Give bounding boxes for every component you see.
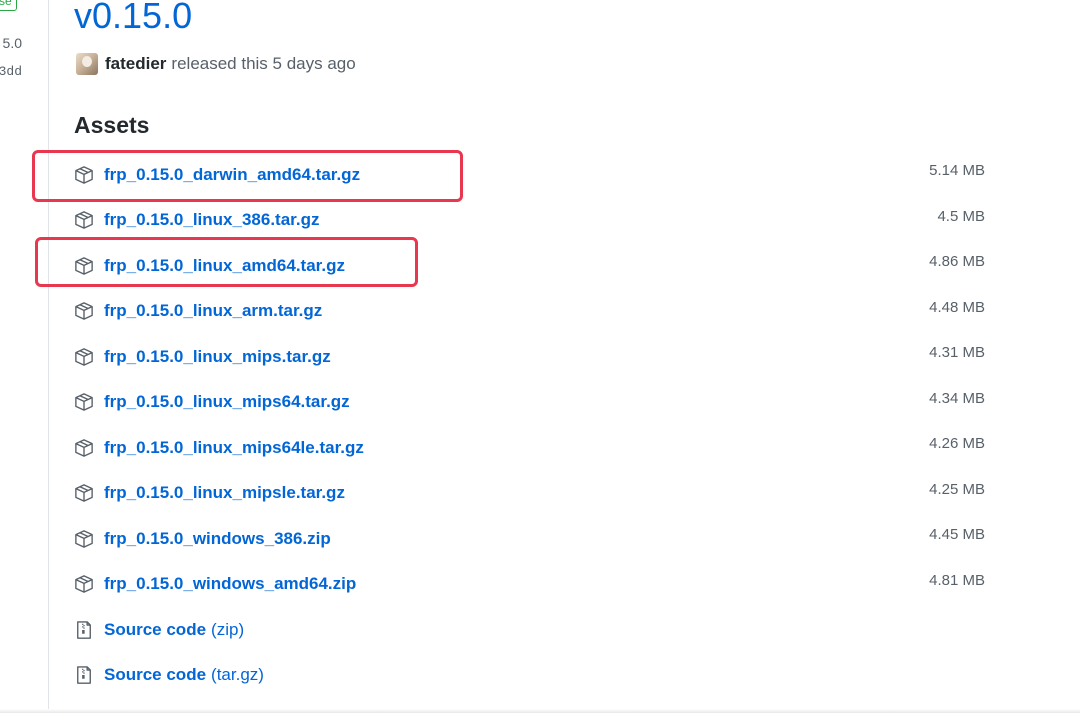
asset-download-link[interactable]: frp_0.15.0_linux_mips.tar.gz — [74, 347, 331, 367]
asset-row: frp_0.15.0_linux_mipsle.tar.gz 4.25 MB — [74, 471, 994, 517]
release-author-line: fatedier released this 5 days ago — [76, 52, 356, 76]
asset-download-link[interactable]: frp_0.15.0_linux_mipsle.tar.gz — [74, 483, 345, 503]
asset-download-link[interactable]: frp_0.15.0_linux_386.tar.gz — [74, 210, 319, 230]
asset-row: frp_0.15.0_darwin_amd64.tar.gz 5.14 MB — [74, 152, 994, 198]
assets-heading: Assets — [74, 112, 150, 138]
released-timestamp: released this 5 days ago — [171, 54, 356, 73]
source-code-format: (zip) — [211, 619, 245, 639]
package-icon — [75, 484, 93, 503]
source-code-label: Source code — [104, 619, 207, 639]
asset-download-link[interactable]: frp_0.15.0_darwin_amd64.tar.gz — [74, 165, 360, 185]
asset-download-link[interactable]: frp_0.15.0_windows_amd64.zip — [74, 574, 356, 594]
asset-size: 4.31 MB — [929, 344, 985, 361]
asset-size: 5.14 MB — [929, 162, 985, 179]
avatar[interactable] — [76, 53, 98, 75]
asset-size: 4.26 MB — [929, 435, 985, 452]
package-icon — [75, 302, 93, 321]
asset-download-link[interactable]: frp_0.15.0_linux_amd64.tar.gz — [74, 256, 345, 276]
package-icon — [75, 393, 93, 412]
file-zip-icon — [77, 620, 91, 639]
author-link[interactable]: fatedier — [105, 54, 166, 74]
package-icon — [75, 438, 93, 457]
asset-name: frp_0.15.0_linux_amd64.tar.gz — [104, 255, 345, 275]
package-icon — [75, 211, 93, 230]
release-sidebar: se 5.0 3dd — [0, 0, 49, 713]
release-page: se 5.0 3dd v0.15.0 fatedier released thi… — [0, 0, 1080, 713]
asset-row: frp_0.15.0_linux_amd64.tar.gz 4.86 MB — [74, 243, 994, 289]
asset-download-link[interactable]: frp_0.15.0_linux_mips64.tar.gz — [74, 392, 350, 412]
package-icon — [75, 575, 93, 594]
asset-download-link[interactable]: frp_0.15.0_linux_arm.tar.gz — [74, 301, 322, 321]
release-title[interactable]: v0.15.0 — [74, 0, 192, 46]
asset-row: frp_0.15.0_linux_arm.tar.gz 4.48 MB — [74, 289, 994, 335]
asset-size: 4.48 MB — [929, 298, 985, 316]
source-code-format: (tar.gz) — [211, 665, 264, 685]
asset-size: 4.5 MB — [937, 207, 985, 225]
asset-row: frp_0.15.0_linux_386.tar.gz 4.5 MB — [74, 198, 994, 244]
asset-row: frp_0.15.0_windows_386.zip 4.45 MB — [74, 516, 994, 562]
asset-name: frp_0.15.0_linux_mipsle.tar.gz — [104, 483, 345, 503]
package-icon — [75, 529, 93, 548]
asset-list: frp_0.15.0_darwin_amd64.tar.gz 5.14 MB f… — [74, 152, 994, 698]
asset-size: 4.25 MB — [929, 480, 985, 498]
asset-row: frp_0.15.0_linux_mips64.tar.gz 4.34 MB — [74, 380, 994, 426]
latest-release-badge: se — [0, 0, 17, 11]
asset-size: 4.86 MB — [929, 253, 985, 270]
package-icon — [75, 347, 93, 366]
asset-name: frp_0.15.0_darwin_amd64.tar.gz — [104, 164, 361, 184]
page-bottom-edge — [0, 709, 1080, 713]
asset-download-link[interactable]: frp_0.15.0_linux_mips64le.tar.gz — [74, 438, 364, 458]
source-code-row: Source code (tar.gz) — [74, 653, 994, 699]
package-icon — [75, 165, 93, 184]
source-code-zip-link[interactable]: Source code (zip) — [74, 620, 244, 640]
asset-row: frp_0.15.0_linux_mips64le.tar.gz 4.26 MB — [74, 425, 994, 471]
asset-name: frp_0.15.0_linux_mips64le.tar.gz — [104, 437, 364, 457]
asset-size: 4.81 MB — [929, 571, 985, 589]
asset-name: frp_0.15.0_linux_arm.tar.gz — [104, 301, 323, 321]
asset-size: 4.34 MB — [929, 389, 985, 407]
source-code-label: Source code — [104, 665, 207, 685]
sidebar-commit-hash[interactable]: 3dd — [0, 64, 22, 79]
asset-download-link[interactable]: frp_0.15.0_windows_386.zip — [74, 529, 331, 549]
asset-name: frp_0.15.0_windows_amd64.zip — [104, 574, 357, 594]
file-zip-icon — [77, 666, 91, 685]
sidebar-tag-version[interactable]: 5.0 — [3, 35, 22, 51]
package-icon — [75, 256, 93, 275]
asset-row: frp_0.15.0_linux_mips.tar.gz 4.31 MB — [74, 334, 994, 380]
asset-name: frp_0.15.0_linux_mips.tar.gz — [104, 346, 331, 366]
asset-name: frp_0.15.0_linux_mips64.tar.gz — [104, 392, 350, 412]
asset-name: frp_0.15.0_windows_386.zip — [104, 528, 331, 548]
source-code-targz-link[interactable]: Source code (tar.gz) — [74, 665, 264, 685]
asset-row: frp_0.15.0_windows_amd64.zip 4.81 MB — [74, 562, 994, 608]
source-code-row: Source code (zip) — [74, 607, 994, 653]
asset-size: 4.45 MB — [929, 526, 985, 543]
asset-name: frp_0.15.0_linux_386.tar.gz — [104, 210, 320, 230]
